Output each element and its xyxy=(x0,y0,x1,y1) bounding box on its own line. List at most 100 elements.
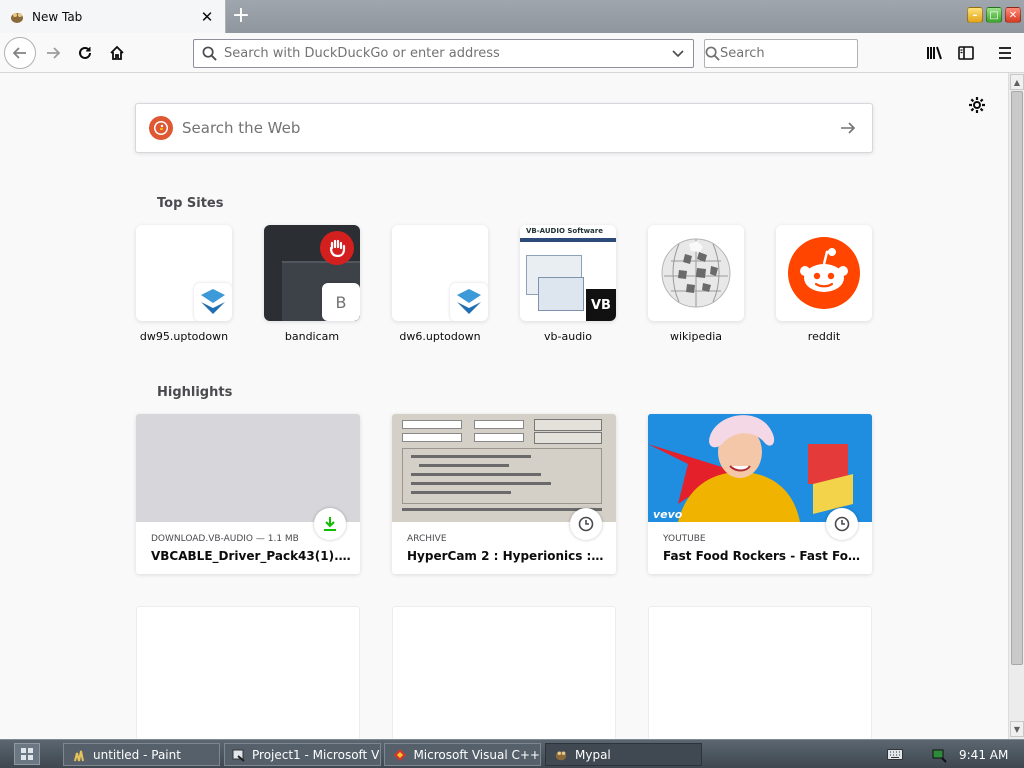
site-tile xyxy=(392,225,488,321)
highlight-card[interactable]: ARCHIVE HyperCam 2 : Hyperionics : Free … xyxy=(392,414,616,574)
forward-button[interactable] xyxy=(38,38,68,68)
vevo-watermark: vevo xyxy=(653,508,683,521)
taskbar-item-paint[interactable]: untitled - Paint xyxy=(63,743,220,766)
highlight-card[interactable]: vevo YOUTUBE Fast Food Rockers - Fast Fo… xyxy=(648,414,872,574)
paint-icon xyxy=(71,747,87,763)
top-site-bandicam[interactable]: B bandicam xyxy=(264,225,360,343)
top-sites-heading: Top Sites xyxy=(157,196,224,211)
letter-fallback-icon: B xyxy=(322,283,360,321)
download-icon xyxy=(314,508,346,540)
tab-new-tab[interactable]: New Tab ✕ xyxy=(0,0,226,33)
reddit-icon xyxy=(788,237,860,309)
arrow-right-icon[interactable] xyxy=(824,104,872,152)
start-button[interactable] xyxy=(14,743,40,765)
site-label: dw6.uptodown xyxy=(399,330,481,343)
taskbar-item-label: Project1 - Microsoft Visual Basic xyxy=(252,747,380,762)
highlight-card[interactable]: DOWNLOAD.VB-AUDIO — 1.1 MB VBCABLE_Drive… xyxy=(136,414,360,574)
web-search-box[interactable] xyxy=(135,103,873,153)
empty-highlight-card xyxy=(392,606,616,739)
mypal-icon xyxy=(9,9,25,25)
site-label: wikipedia xyxy=(669,330,722,343)
system-tray: 9:41 AM xyxy=(921,743,1024,766)
site-label: reddit xyxy=(807,330,841,343)
mypal-icon xyxy=(553,747,569,763)
top-site-wikipedia[interactable]: wikipedia xyxy=(648,225,744,343)
taskbar-item-visual-basic[interactable]: Project1 - Microsoft Visual Basic xyxy=(224,743,381,766)
scroll-up-arrow-icon[interactable]: ▲ xyxy=(1010,74,1024,90)
card-title: VBCABLE_Driver_Pack43(1).zip xyxy=(151,549,351,563)
card-thumbnail: vevo xyxy=(648,414,872,522)
chevron-down-icon[interactable] xyxy=(663,40,693,67)
search-icon xyxy=(705,40,720,67)
dialog-group xyxy=(402,448,602,504)
reload-icon xyxy=(79,46,91,59)
card-title: Fast Food Rockers - Fast Food Song xyxy=(663,549,863,563)
dialog-text-line xyxy=(402,508,602,511)
uptodown-icon xyxy=(194,283,232,321)
vertical-scrollbar[interactable]: ▲ ▼ xyxy=(1008,73,1024,739)
visual-basic-icon xyxy=(232,747,246,763)
gear-icon[interactable] xyxy=(965,93,989,117)
maximize-button[interactable]: □ xyxy=(986,7,1002,23)
bandicam-hand-icon xyxy=(320,231,354,265)
site-tile xyxy=(776,225,872,321)
sidebar-button[interactable] xyxy=(951,38,981,68)
search-bar[interactable] xyxy=(704,39,890,68)
card-title: HyperCam 2 : Hyperionics : Free Download… xyxy=(407,549,607,563)
top-site-vb-audio[interactable]: VB-AUDIO Software VB vb-audio xyxy=(520,225,616,343)
web-search-input[interactable] xyxy=(182,119,824,137)
taskbar-item-visual-cpp[interactable]: Microsoft Visual C++ xyxy=(384,743,541,766)
menu-button[interactable] xyxy=(990,38,1020,68)
card-thumbnail xyxy=(392,414,616,522)
start-grid-icon xyxy=(21,748,33,760)
url-input[interactable] xyxy=(224,46,663,61)
network-icon[interactable] xyxy=(931,746,949,764)
library-button[interactable] xyxy=(920,38,950,68)
card-source: YOUTUBE xyxy=(663,534,706,544)
clock[interactable]: 9:41 AM xyxy=(959,748,1008,762)
new-tab-page: Top Sites dw95.uptodown B bandicam dw6.u… xyxy=(0,73,1008,739)
dialog-button xyxy=(534,419,602,431)
taskbar-item-label: Mypal xyxy=(575,747,611,762)
keyboard-icon[interactable] xyxy=(886,746,904,762)
dialog-field xyxy=(402,420,462,429)
vb-audio-heading: VB-AUDIO Software xyxy=(526,227,603,235)
site-label: dw95.uptodown xyxy=(139,330,229,343)
screenshot-thumbnail xyxy=(538,277,584,311)
url-bar[interactable] xyxy=(193,39,694,68)
arrow-left-icon xyxy=(12,47,26,59)
highlights-heading: Highlights xyxy=(157,385,233,400)
taskbar-item-label: Microsoft Visual C++ xyxy=(413,747,540,762)
empty-highlight-card xyxy=(648,606,872,739)
site-label: vb-audio xyxy=(544,330,592,343)
history-icon xyxy=(826,508,858,540)
arrow-right-icon xyxy=(47,47,61,59)
video-still xyxy=(648,414,872,522)
taskbar-item-mypal[interactable]: Mypal xyxy=(545,743,702,766)
top-site-dw95-uptodown[interactable]: dw95.uptodown xyxy=(136,225,232,343)
close-window-button[interactable]: ✕ xyxy=(1005,7,1021,23)
card-source: DOWNLOAD.VB-AUDIO — 1.1 MB xyxy=(151,534,299,544)
top-site-dw6-uptodown[interactable]: dw6.uptodown xyxy=(392,225,488,343)
close-tab-icon[interactable]: ✕ xyxy=(195,5,219,29)
dialog-button xyxy=(534,432,602,444)
navigation-toolbar xyxy=(0,33,1024,73)
vb-logo: VB xyxy=(586,289,616,321)
tab-strip: New Tab ✕ + – □ ✕ xyxy=(0,0,1024,33)
scroll-down-arrow-icon[interactable]: ▼ xyxy=(1010,721,1024,737)
card-thumbnail xyxy=(136,414,360,522)
minimize-button[interactable]: – xyxy=(967,7,983,23)
reload-button[interactable] xyxy=(70,38,100,68)
search-input[interactable] xyxy=(720,46,890,61)
home-button[interactable] xyxy=(102,38,132,68)
uptodown-icon xyxy=(450,283,488,321)
back-button[interactable] xyxy=(4,37,36,69)
taskbar-item-label: untitled - Paint xyxy=(93,747,181,762)
sidebar-icon xyxy=(958,46,974,60)
visual-cpp-icon xyxy=(392,747,407,763)
taskbar: untitled - Paint Project1 - Microsoft Vi… xyxy=(0,739,1024,768)
new-tab-button[interactable]: + xyxy=(228,3,254,29)
top-site-reddit[interactable]: reddit xyxy=(776,225,872,343)
dialog-field xyxy=(402,433,462,442)
scrollbar-thumb[interactable] xyxy=(1011,91,1023,665)
